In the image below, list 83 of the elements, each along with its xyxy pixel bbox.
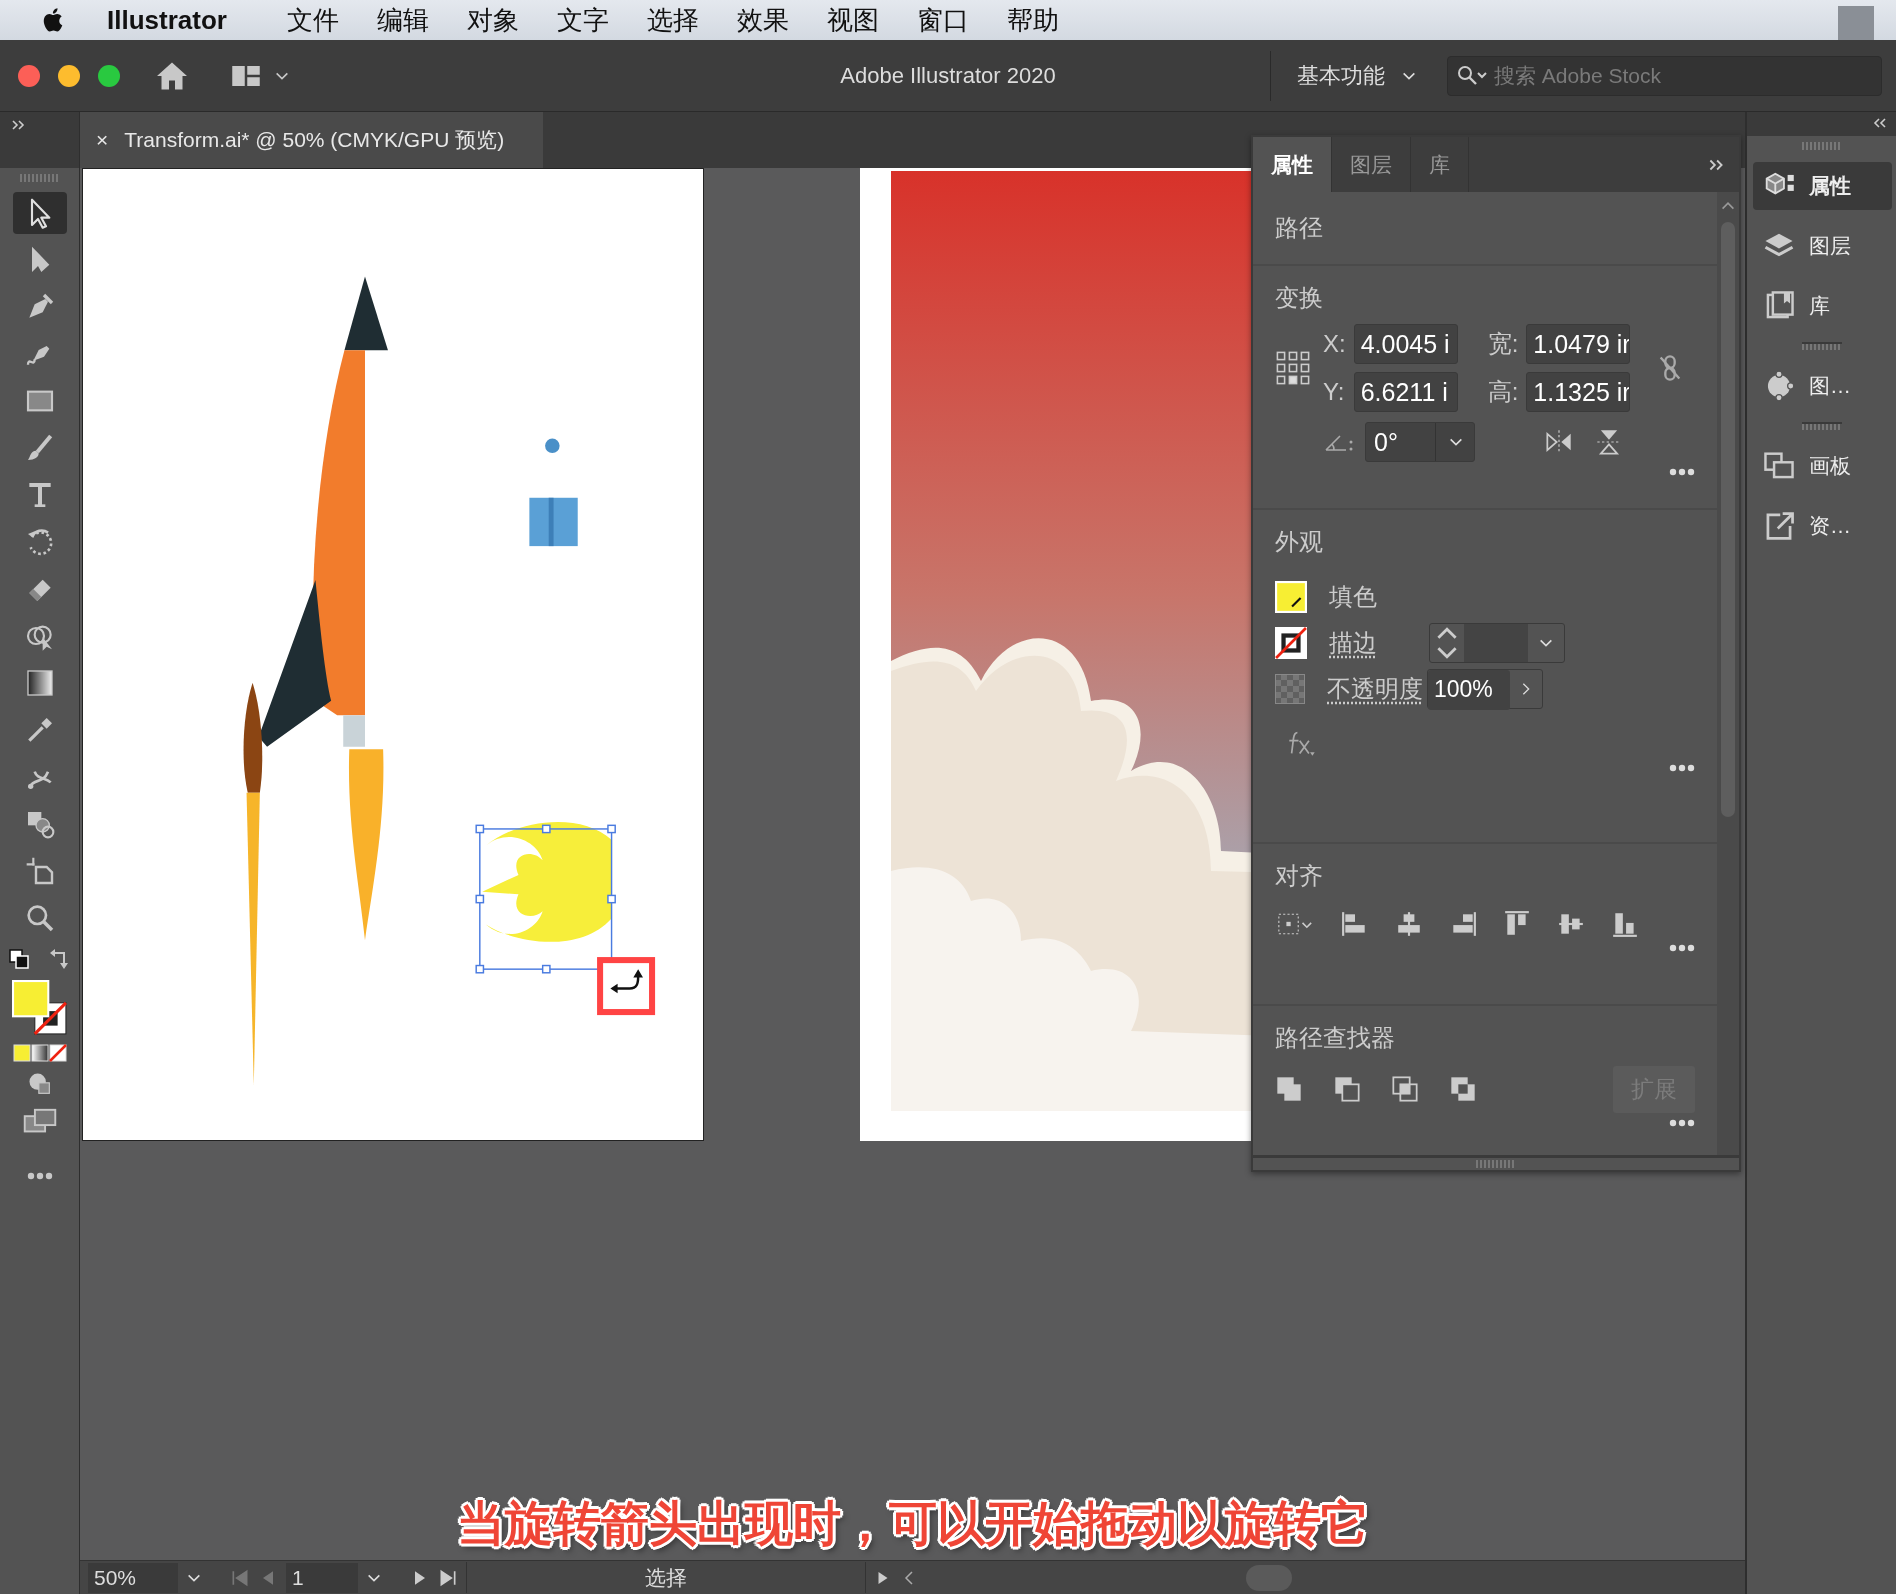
intersect-icon[interactable] [1391,1075,1419,1104]
close-tab-button[interactable]: × [96,124,109,156]
more-options-icon[interactable] [1669,944,1695,952]
document-title: Transform.ai* @ 50% (CMYK/GPU 预览) [124,127,505,154]
menu-item[interactable]: 窗口 [897,0,988,40]
menu-item[interactable]: 文件 [267,0,358,40]
align-top-icon[interactable] [1503,910,1531,938]
reference-point-icon[interactable] [1275,350,1311,386]
collapse-panel-icon[interactable] [1872,116,1888,130]
minus-front-icon[interactable] [1333,1075,1361,1104]
expand-panel-icon[interactable] [10,118,26,132]
field-label: 高: [1487,377,1519,407]
app-menu[interactable]: Illustrator [88,0,246,40]
last-artboard-icon[interactable] [438,1567,458,1588]
grip-handle[interactable] [1801,422,1842,430]
stroke-label[interactable]: 描边 [1329,625,1429,661]
exclude-icon[interactable] [1449,1075,1477,1104]
section-title: 路径查找器 [1275,1023,1396,1053]
selected-flame-shape[interactable] [475,821,616,974]
more-tools-icon[interactable] [26,1172,53,1180]
rotation-angle-field[interactable]: 0° [1365,422,1475,462]
opacity-field[interactable]: 100% [1428,670,1510,710]
grip-handle[interactable] [1801,342,1842,350]
current-tool-label[interactable]: 选择 [645,1565,687,1589]
selection-tool[interactable] [12,192,67,234]
opacity-label[interactable]: 不透明度 [1327,671,1427,707]
grip-handle[interactable] [1476,1160,1516,1168]
panel-dock-item[interactable]: 属性 [1753,162,1892,210]
color-mode-icon[interactable] [12,1044,67,1062]
menu-item[interactable]: 对象 [447,0,538,40]
menu-bar-status-block [1838,6,1874,40]
panel-dock-item[interactable]: 画板 [1753,442,1892,490]
panel-dock-item[interactable]: 图层 [1753,222,1892,270]
align-bottom-icon[interactable] [1611,910,1639,938]
default-colors-icon[interactable] [7,948,32,972]
document-tab[interactable]: × Transform.ai* @ 50% (CMYK/GPU 预览) [80,112,543,168]
video-caption: 当旋转箭头出现时，可以开始拖动以旋转它 [456,1497,1369,1550]
more-options-icon[interactable] [1669,1118,1695,1127]
minimize-window-button[interactable] [58,64,80,87]
panel-dock-item[interactable]: 库 [1753,282,1892,330]
search-input[interactable]: 搜索 Adobe Stock [1492,58,1862,93]
panel-tab[interactable]: 库 [1411,137,1469,192]
panel-tab[interactable]: 属性 [1253,137,1332,192]
fill-swatch[interactable] [1275,581,1307,613]
zoom-field[interactable]: 50% [88,1562,178,1593]
fill-label: 填色 [1329,582,1378,612]
screen-mode-icon[interactable] [21,1106,58,1134]
unite-icon[interactable] [1275,1075,1303,1104]
opacity-checker-icon[interactable] [1275,674,1305,704]
more-options-icon[interactable] [1669,764,1695,772]
panel-dock-item[interactable]: 资… [1753,502,1892,550]
selection-type-label: 路径 [1275,213,1324,243]
stroke-swatch[interactable] [1275,627,1307,659]
section-title: 外观 [1275,527,1324,557]
menu-item[interactable]: 选择 [627,0,718,40]
rotate-cursor-icon [597,957,656,1016]
artboard-number-field[interactable]: 1 [286,1562,358,1593]
field-label: Y: [1323,377,1346,407]
menu-item[interactable]: 文字 [537,0,628,40]
workspace-switcher[interactable]: 基本功能 [1297,59,1385,92]
height-field[interactable]: 1.1325 ir [1526,372,1631,412]
y-position-field[interactable]: 6.6211 i [1353,372,1458,412]
fill-stroke-swatches-icon[interactable] [11,980,68,1036]
menu-item[interactable]: 帮助 [987,0,1078,40]
more-options-icon[interactable] [1669,468,1695,476]
close-window-button[interactable] [18,64,40,87]
block-shape [529,497,578,547]
maximize-window-button[interactable] [98,64,120,87]
section-title: 对齐 [1275,861,1324,891]
menu-item[interactable]: 视图 [807,0,898,40]
menu-item[interactable]: 效果 [717,0,808,40]
stock-search-field[interactable]: 搜索 Adobe Stock [1447,55,1882,96]
window-title: Adobe Illustrator 2020 [840,63,1056,88]
field-label: X: [1323,329,1346,359]
x-position-field[interactable]: 4.0045 i [1353,324,1458,364]
width-field[interactable]: 1.0479 ir [1526,324,1631,364]
panel-dock-item[interactable]: 图… [1753,362,1892,410]
panel-tab[interactable]: 图层 [1332,137,1411,192]
dot-shape [545,438,560,454]
menu-item[interactable]: 编辑 [357,0,448,40]
field-label: 宽: [1487,329,1519,359]
align-horizontal-center-icon[interactable] [1395,910,1423,938]
section-title: 变换 [1275,283,1324,313]
